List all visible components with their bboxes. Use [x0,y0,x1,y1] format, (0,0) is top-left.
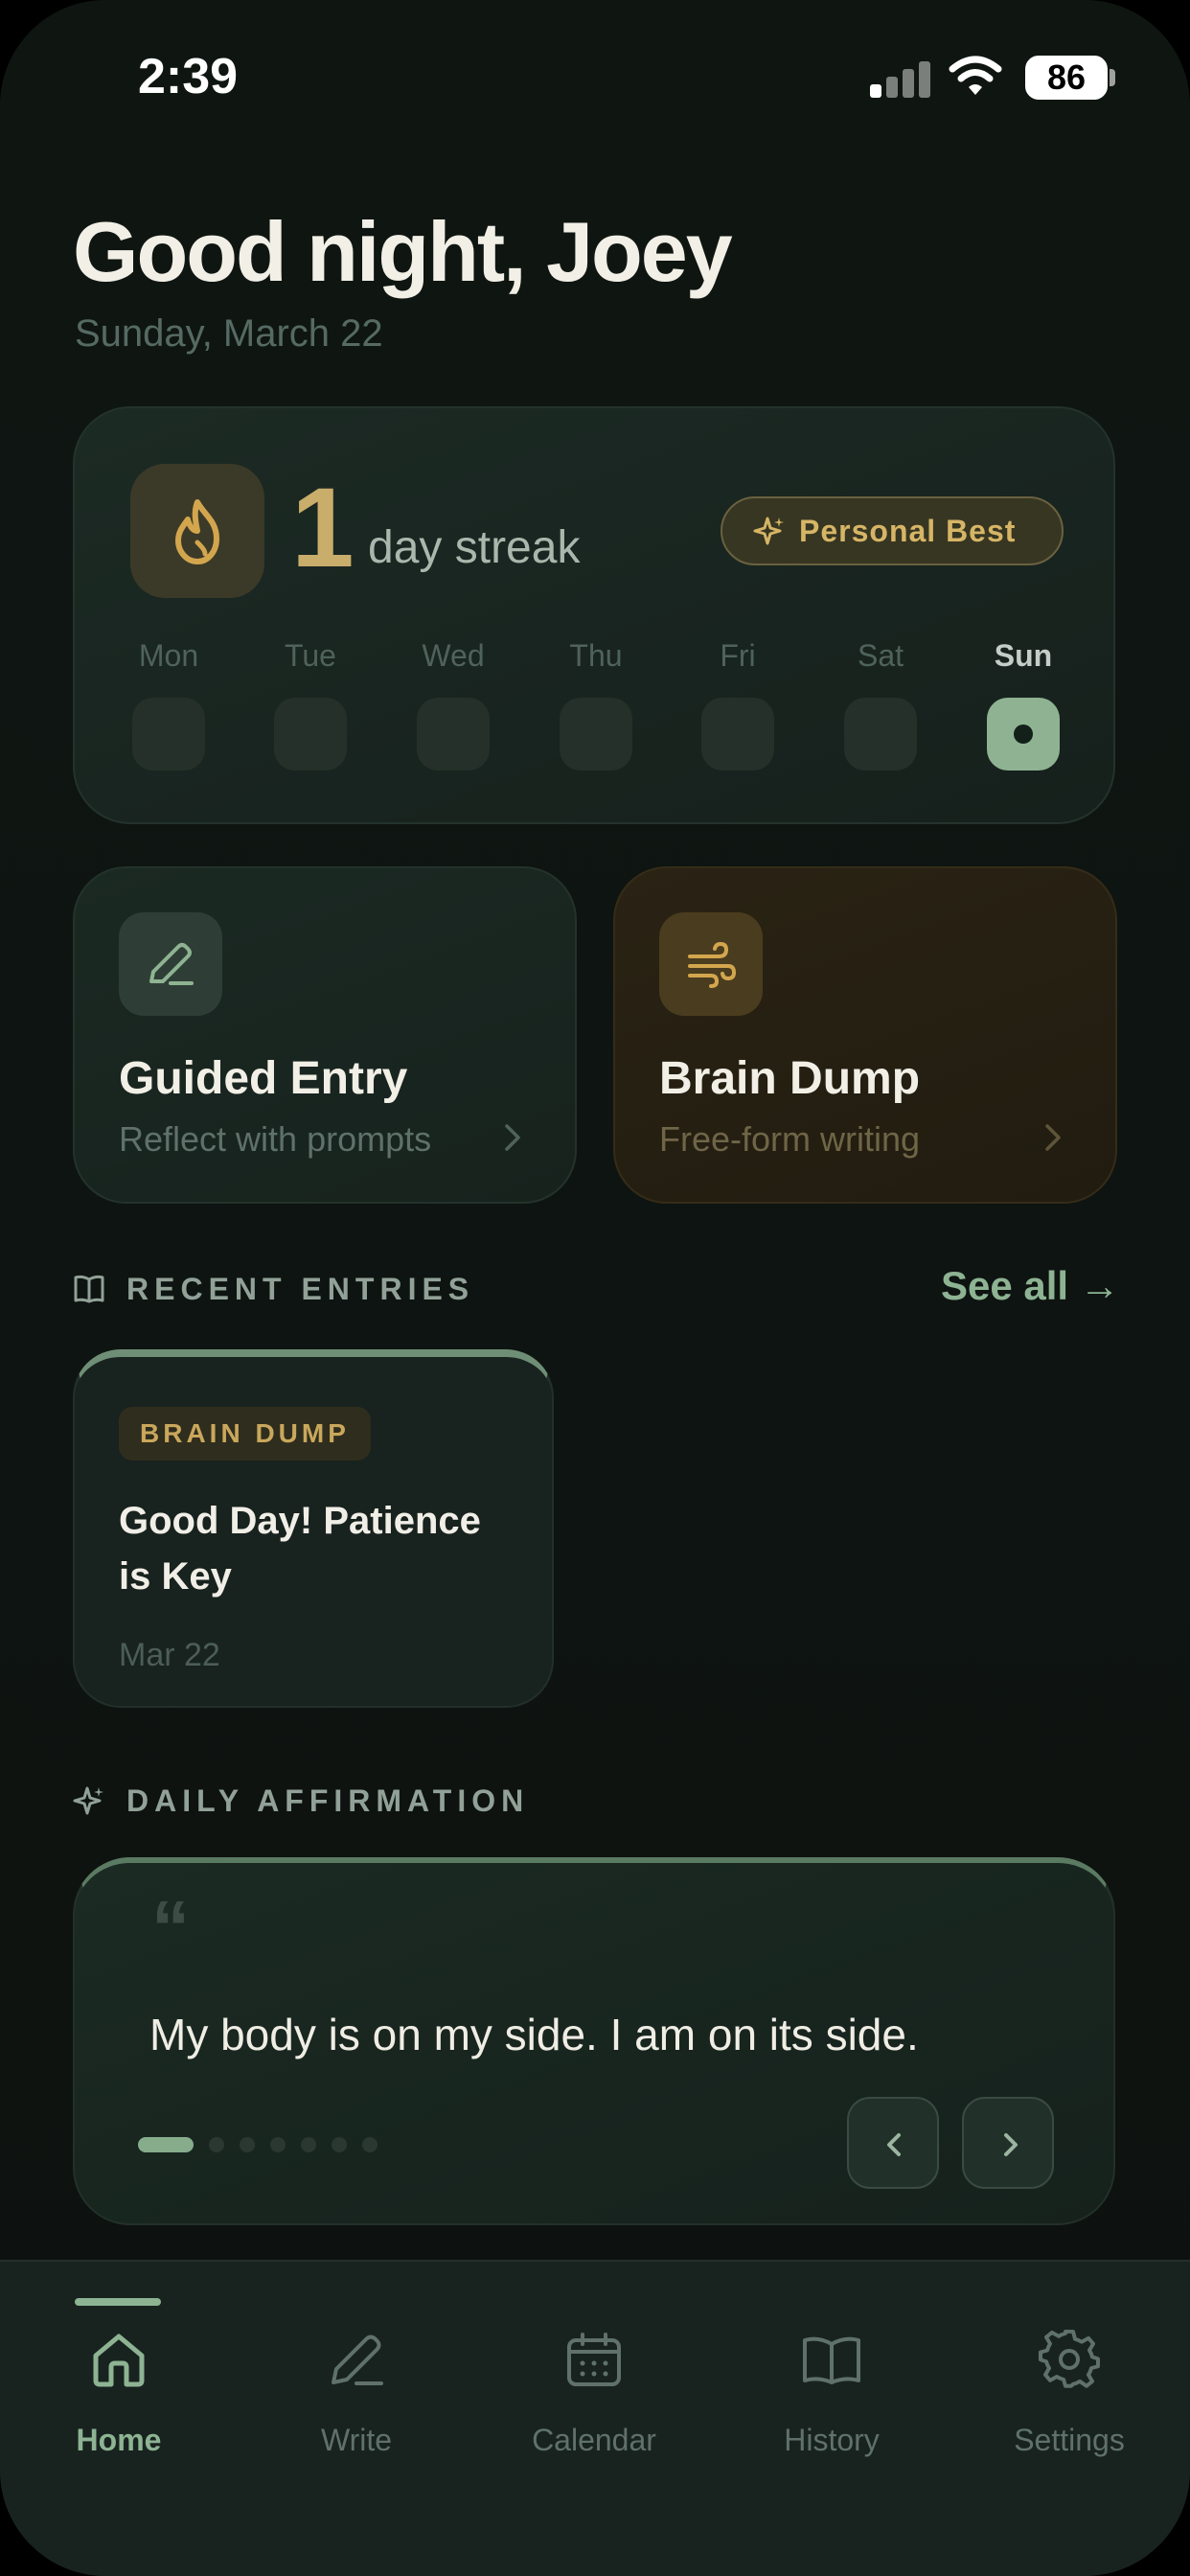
day-label: Sun [994,638,1053,673]
chevron-left-icon [887,2133,901,2156]
next-affirmation-button[interactable] [962,2097,1054,2189]
pager-dot[interactable] [270,2137,286,2152]
pager-dot[interactable] [240,2137,255,2152]
pager-dot[interactable] [209,2137,224,2152]
brain-dump-title: Brain Dump [659,1053,921,1104]
day-label: Wed [422,638,485,673]
chevron-right-icon [1045,1124,1061,1151]
day-indicator [132,698,205,770]
streak-card[interactable]: 1 day streak Personal Best Mon Tue Wed T… [73,406,1115,824]
guided-entry-card[interactable]: Guided Entry Reflect with prompts [73,866,577,1204]
guided-entry-title: Guided Entry [119,1053,408,1104]
see-all-link[interactable]: See all → [941,1263,1120,1309]
cellular-signal-icon [870,59,931,98]
status-bar: 2:39 86 [0,0,1190,153]
day-fri: Fri [699,638,776,770]
day-label: Sat [857,638,904,673]
day-indicator [417,698,490,770]
sparkle-icon [753,517,784,545]
battery-cap [1110,69,1115,86]
wind-icon-box [659,912,763,1016]
streak-label: day streak [368,522,581,573]
greeting-title: Good night, Joey [73,204,733,299]
recent-entries-heading: RECENT ENTRIES [73,1265,474,1313]
chevron-right-icon [1004,2133,1018,2156]
tab-calendar[interactable]: Calendar [475,2262,713,2472]
pencil-icon-box [119,912,222,1016]
status-time: 2:39 [138,49,239,104]
daily-affirmation-label: DAILY AFFIRMATION [126,1783,530,1818]
guided-entry-subtitle: Reflect with prompts [119,1119,432,1159]
pager-dot[interactable] [332,2137,347,2152]
entry-card[interactable]: BRAIN DUMP Good Day! Patience is Key Mar… [73,1349,554,1708]
pager-dot[interactable] [362,2137,378,2152]
current-date: Sunday, March 22 [75,312,383,355]
pencil-icon [332,2334,383,2385]
entry-tag: BRAIN DUMP [119,1407,371,1460]
tab-settings[interactable]: Settings [950,2262,1188,2472]
wind-icon [688,941,737,988]
day-indicator [844,698,917,770]
sparkle-icon [73,1786,103,1815]
day-thu: Thu [558,638,634,770]
affirmation-card: “ My body is on my side. I am on its sid… [73,1857,1115,2225]
day-wed: Wed [415,638,492,770]
affirmation-text: My body is on my side. I am on its side. [149,2010,919,2059]
tab-label: Settings [1014,2423,1125,2457]
previous-affirmation-button[interactable] [847,2097,939,2189]
recent-entries-label: RECENT ENTRIES [126,1272,475,1306]
personal-best-label: Personal Best [799,514,1017,548]
day-label: Mon [138,638,199,673]
day-label: Thu [569,638,623,673]
battery-level: 86 [1046,58,1087,97]
book-icon [74,1275,104,1303]
day-sun: Sun [985,638,1062,770]
pencil-icon [149,943,194,985]
app-screen: 2:39 86 Good night, Joey Sunday, March 2… [0,0,1190,2576]
brain-dump-subtitle: Free-form writing [659,1119,921,1159]
day-label: Tue [285,638,336,673]
gear-icon [1039,2329,1100,2388]
calendar-icon [567,2333,621,2386]
day-tue: Tue [272,638,349,770]
book-icon [803,2336,860,2384]
home-icon [93,2334,145,2387]
pager-dot-active[interactable] [138,2137,194,2152]
tab-write[interactable]: Write [238,2262,475,2472]
day-label: Fri [720,638,756,673]
personal-best-badge: Personal Best [721,496,1064,565]
brain-dump-card[interactable]: Brain Dump Free-form writing [613,866,1117,1204]
tab-label: Home [76,2423,162,2457]
entry-title: Good Day! Patience is Key [119,1500,481,1598]
wifi-icon [949,56,1002,95]
day-mon: Mon [130,638,207,770]
daily-affirmation-heading: DAILY AFFIRMATION [73,1777,529,1825]
chevron-right-icon [505,1124,520,1151]
tab-label: History [784,2423,880,2457]
battery-icon: 86 [1025,56,1108,100]
day-indicator-completed [987,698,1060,770]
tab-home[interactable]: Home [0,2262,238,2472]
day-indicator [701,698,774,770]
day-indicator [560,698,632,770]
week-days: Mon Tue Wed Thu Fri Sat Sun [130,638,1062,792]
day-indicator [274,698,347,770]
tab-label: Calendar [532,2423,656,2457]
tab-bar: Home Write Calendar History Settings [0,2260,1190,2576]
streak-count: 1 [291,465,355,591]
entry-date: Mar 22 [119,1637,220,1673]
quote-icon: “ [151,1885,190,1970]
active-tab-indicator [75,2298,161,2306]
flame-icon-box [130,464,264,598]
tab-history[interactable]: History [713,2262,950,2472]
day-sat: Sat [842,638,919,770]
pager-dot[interactable] [301,2137,316,2152]
flame-icon [175,499,219,564]
tab-label: Write [320,2423,393,2457]
